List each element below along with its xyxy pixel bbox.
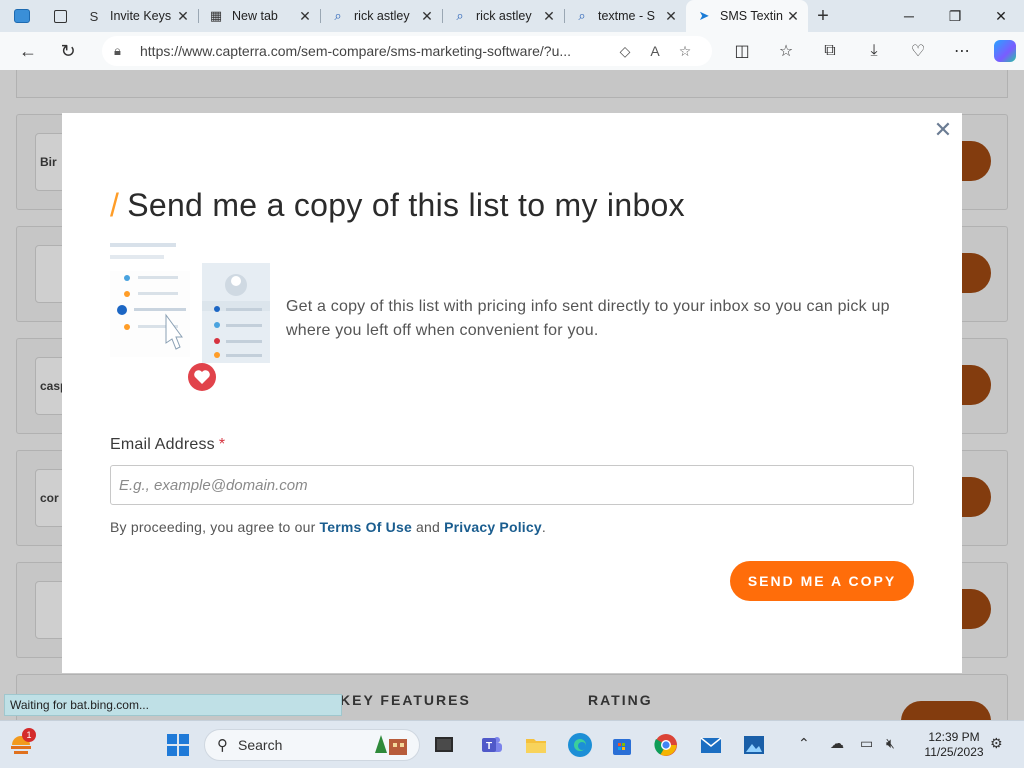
- volume-muted-icon[interactable]: 🔇︎: [886, 735, 895, 752]
- split-screen-icon[interactable]: ◫: [720, 41, 764, 61]
- list-illustration-icon: [110, 243, 270, 391]
- terms-notice: By proceeding, you agree to our Terms Of…: [110, 519, 546, 535]
- terms-suffix: .: [541, 519, 546, 535]
- close-tab-icon[interactable]: ✕: [664, 8, 678, 25]
- new-tab-icon[interactable]: +: [808, 5, 838, 28]
- visit-website-button[interactable]: [901, 701, 991, 720]
- close-icon[interactable]: ✕: [932, 119, 954, 141]
- required-asterisk: *: [218, 436, 226, 453]
- modal-title-text: Send me a copy of this list to my inbox: [127, 187, 685, 223]
- close-tab-icon[interactable]: ✕: [420, 8, 434, 25]
- browser-tab[interactable]: ⌕ rick astley ✕: [442, 0, 564, 32]
- system-clock[interactable]: 12:39 PM 11/25/2023: [920, 730, 988, 760]
- column-header-rating: RATING: [588, 692, 653, 708]
- close-tab-icon[interactable]: ✕: [786, 8, 800, 25]
- tag-icon[interactable]: ◇: [610, 43, 640, 60]
- toolbar-actions: ◫ ☆ ⧉ ⤓ ♡ ⋯: [720, 32, 1024, 70]
- tab-favicon-icon: ⌕: [578, 8, 586, 23]
- url-text[interactable]: https://www.capterra.com/sem-compare/sms…: [140, 43, 610, 59]
- svg-text:T: T: [486, 741, 492, 752]
- tab-favicon-icon: ▦: [209, 8, 223, 23]
- store-icon[interactable]: [610, 733, 634, 757]
- collections-icon[interactable]: ⧉: [808, 42, 852, 60]
- onedrive-icon[interactable]: ☁: [830, 735, 844, 752]
- tab-favicon-icon: ⌕: [456, 8, 464, 23]
- browser-essentials-icon[interactable]: ♡: [896, 41, 940, 61]
- minimize-icon[interactable]: ─: [886, 0, 932, 32]
- refresh-icon[interactable]: ↻: [48, 32, 88, 70]
- privacy-policy-link[interactable]: Privacy Policy: [444, 519, 542, 535]
- more-menu-icon[interactable]: ⋯: [940, 41, 984, 61]
- teams-icon[interactable]: T: [480, 733, 504, 757]
- display-icon[interactable]: ▭: [860, 735, 873, 752]
- browser-toolbar: ← ↻ 🔒︎ https://www.capterra.com/sem-comp…: [0, 32, 1024, 70]
- taskbar-search[interactable]: ⚲ Search: [204, 729, 420, 761]
- column-header-key-features: KEY FEATURES: [340, 692, 471, 708]
- search-highlight-icon: [375, 735, 407, 755]
- close-tab-icon[interactable]: ✕: [176, 8, 190, 25]
- send-copy-modal: ✕ / Send me a copy of this list to my inb…: [62, 113, 962, 673]
- downloads-icon[interactable]: ⤓: [852, 42, 896, 60]
- tab-title: Invite Keys: [110, 9, 172, 23]
- tab-favicon-icon: S: [89, 8, 99, 24]
- tab-title: SMS Textin: [720, 9, 783, 23]
- close-tab-icon[interactable]: ✕: [542, 8, 556, 25]
- photos-icon[interactable]: [742, 733, 766, 757]
- browser-tab-strip: S Invite Keys ✕ ▦ New tab ✕ ⌕ rick astle…: [0, 0, 1024, 32]
- search-icon: ⚲: [217, 737, 228, 754]
- close-window-icon[interactable]: ✕: [978, 0, 1024, 32]
- copilot-icon[interactable]: [994, 40, 1016, 62]
- browser-tab[interactable]: S Invite Keys ✕: [76, 0, 198, 32]
- file-explorer-icon[interactable]: [524, 733, 548, 757]
- email-label: Email Address *: [110, 436, 225, 454]
- email-label-text: Email Address: [110, 436, 215, 453]
- terms-of-use-link[interactable]: Terms Of Use: [320, 519, 412, 535]
- task-view-icon[interactable]: [432, 733, 456, 757]
- tab-title: textme - S: [598, 9, 655, 23]
- status-bar: Waiting for bat.bing.com...: [4, 694, 342, 716]
- edge-icon[interactable]: [567, 732, 593, 758]
- favorite-star-icon[interactable]: ☆: [670, 43, 700, 60]
- chevron-up-icon[interactable]: ⌃: [798, 735, 810, 752]
- terms-prefix: By proceeding, you agree to our: [110, 519, 316, 535]
- window-controls: ─ ❐ ✕: [886, 0, 1024, 32]
- chrome-icon[interactable]: [654, 733, 678, 757]
- tab-actions-icon[interactable]: [44, 0, 76, 32]
- email-field[interactable]: [110, 465, 914, 505]
- start-icon[interactable]: [166, 733, 190, 757]
- window-menu-icon[interactable]: [0, 0, 44, 32]
- browser-tab[interactable]: ⌕ textme - S ✕: [564, 0, 686, 32]
- read-aloud-icon[interactable]: A: [640, 43, 670, 59]
- tab-title: rick astley: [354, 9, 410, 23]
- title-slash: /: [110, 187, 120, 223]
- tab-title: New tab: [232, 9, 278, 23]
- send-copy-button[interactable]: SEND ME A COPY: [730, 561, 914, 601]
- tab-title: rick astley: [476, 9, 532, 23]
- favorites-icon[interactable]: ☆: [764, 41, 808, 61]
- previous-card: [16, 70, 1008, 98]
- taskbar-search-label: Search: [238, 737, 283, 753]
- clock-time: 12:39 PM: [928, 730, 980, 744]
- notification-center-icon[interactable]: ⚙: [990, 735, 1003, 752]
- browser-tab-active[interactable]: ➤ SMS Textin ✕: [686, 0, 808, 32]
- restore-icon[interactable]: ❐: [932, 0, 978, 32]
- tab-favicon-icon: ⌕: [334, 8, 342, 23]
- windows-taskbar: 1 ⚲ Search T ⌃ ☁ ▭ 🔇︎ ⚙ 12:39 PM 11/25/2…: [0, 720, 1024, 768]
- modal-description: Get a copy of this list with pricing inf…: [286, 298, 890, 339]
- clock-date: 11/25/2023: [924, 745, 984, 759]
- browser-tab[interactable]: ▦ New tab ✕: [198, 0, 320, 32]
- tab-favicon-icon: ➤: [698, 8, 710, 23]
- notification-badge: 1: [22, 728, 36, 742]
- terms-and: and: [416, 519, 441, 535]
- address-bar[interactable]: 🔒︎ https://www.capterra.com/sem-compare/…: [102, 36, 712, 66]
- lock-icon[interactable]: 🔒︎: [114, 43, 134, 59]
- browser-tab[interactable]: ⌕ rick astley ✕: [320, 0, 442, 32]
- close-tab-icon[interactable]: ✕: [298, 8, 312, 25]
- back-icon[interactable]: ←: [8, 32, 48, 70]
- modal-title: / Send me a copy of this list to my inbox: [110, 187, 685, 224]
- mail-icon[interactable]: [699, 733, 723, 757]
